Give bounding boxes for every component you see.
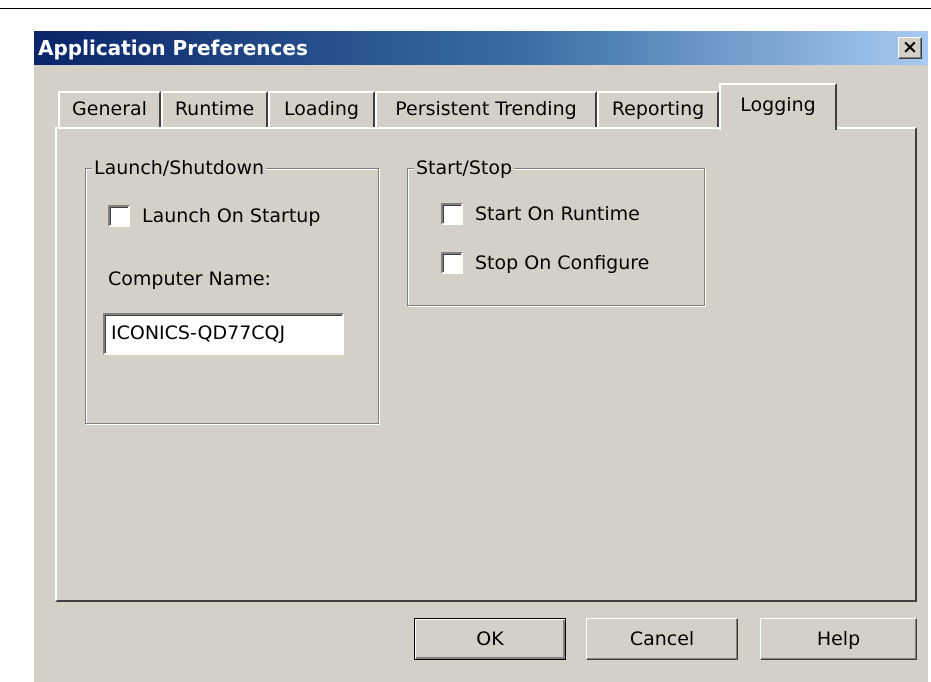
computer-name-label: Computer Name: (108, 268, 271, 290)
stop-on-configure-checkbox[interactable] (441, 252, 463, 274)
tab-runtime[interactable]: Runtime (161, 91, 268, 127)
tab-general[interactable]: General (58, 91, 161, 127)
launch-on-startup-label: Launch On Startup (142, 205, 321, 227)
tab-logging[interactable]: Logging (719, 83, 837, 130)
start-stop-group-title: Start/Stop (414, 156, 515, 180)
ok-button[interactable]: OK (414, 618, 566, 660)
launch-on-startup-checkbox[interactable] (108, 205, 130, 227)
stop-on-configure-label: Stop On Configure (475, 252, 650, 274)
cancel-button[interactable]: Cancel (586, 618, 738, 660)
close-icon: × (902, 36, 918, 58)
launch-shutdown-group-title: Launch/Shutdown (92, 156, 267, 180)
window-title: Application Preferences (38, 36, 308, 60)
tab-persistent-trending[interactable]: Persistent Trending (375, 91, 597, 127)
tab-reporting[interactable]: Reporting (597, 91, 719, 127)
start-on-runtime-label: Start On Runtime (475, 203, 640, 225)
top-divider (0, 8, 931, 9)
tab-loading[interactable]: Loading (268, 91, 375, 127)
help-button[interactable]: Help (760, 618, 917, 660)
start-on-runtime-checkbox[interactable] (441, 203, 463, 225)
computer-name-field[interactable]: ICONICS-QD77CQJ (103, 313, 344, 355)
close-button[interactable]: × (898, 37, 922, 59)
title-bar[interactable]: Application Preferences × (34, 31, 928, 65)
start-stop-group: Start/Stop (407, 156, 705, 306)
